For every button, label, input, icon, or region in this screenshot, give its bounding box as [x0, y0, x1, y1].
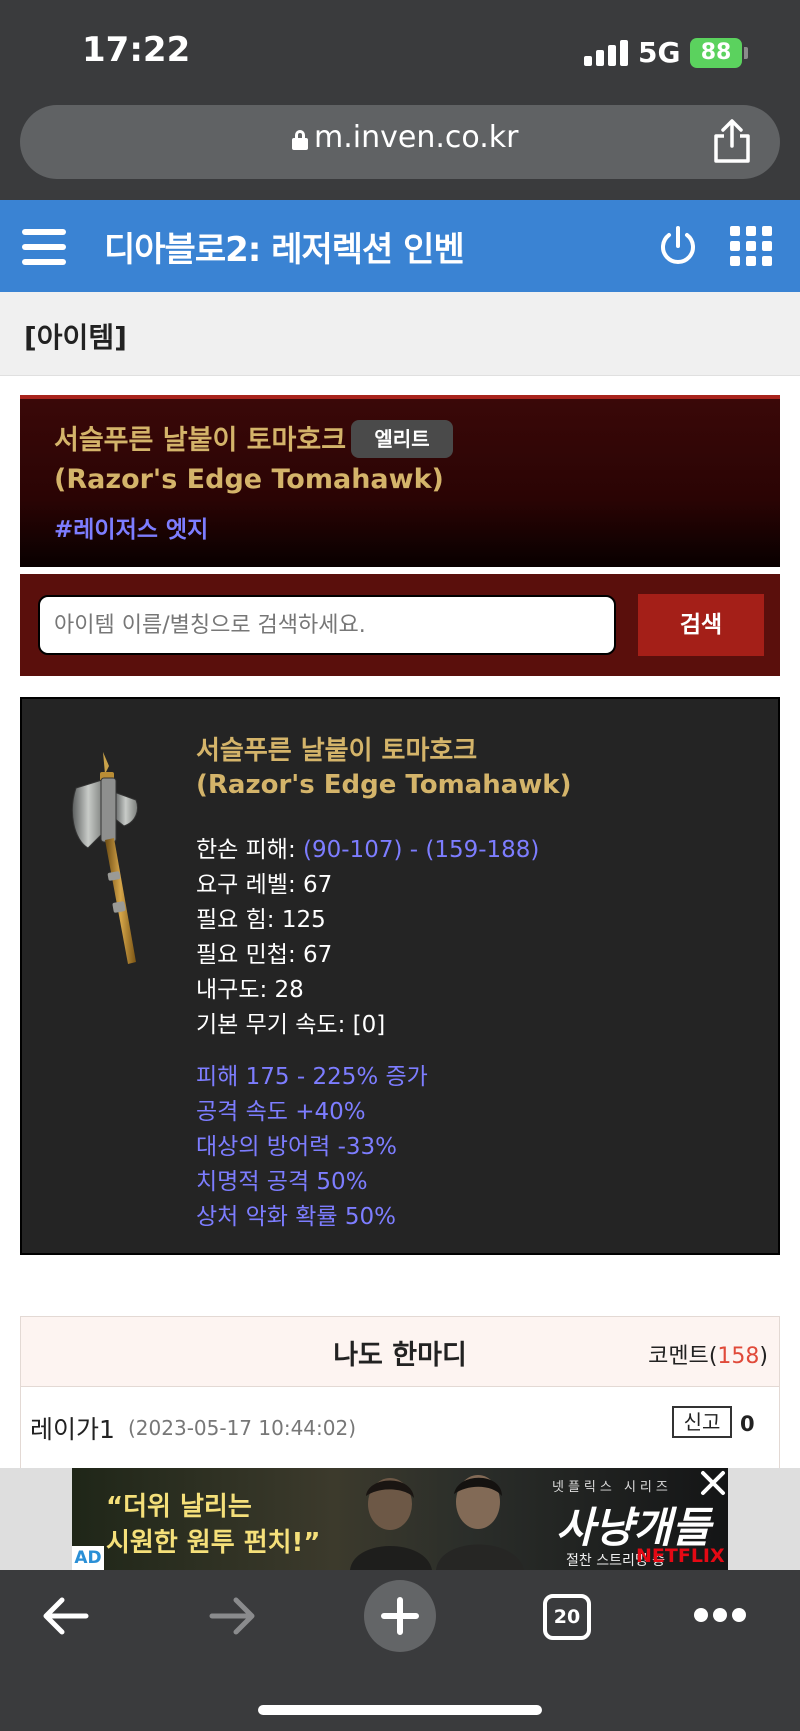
stat-value: 28	[274, 977, 304, 1003]
signal-icon	[584, 40, 628, 66]
back-arrow-icon[interactable]	[40, 1594, 90, 1638]
comment-count: 코멘트(158)	[648, 1338, 768, 1370]
stat-label: 내구도:	[196, 977, 275, 1003]
stat-durability: 내구도: 28	[196, 970, 304, 1004]
stat-value: 125	[281, 907, 326, 933]
close-icon[interactable]	[700, 1470, 726, 1496]
site-title[interactable]: 디아블로2: 레저렉션 인벤	[104, 222, 465, 271]
comment-count-close: )	[759, 1344, 768, 1369]
plus-icon	[381, 1597, 419, 1635]
magic-property: 공격 속도 +40%	[196, 1099, 366, 1125]
search-button[interactable]: 검색	[638, 594, 764, 656]
ad-copy-line2: 시원한 원투 펀치!”	[106, 1528, 321, 1558]
stat-required-dexterity: 필요 민첩: 67	[196, 935, 332, 969]
ad-people-image	[350, 1475, 524, 1570]
url-text[interactable]: m.inven.co.kr	[314, 120, 518, 155]
report-count: 0	[740, 1412, 755, 1436]
stat-required-strength: 필요 힘: 125	[196, 900, 326, 934]
stat-value: [0]	[352, 1012, 386, 1038]
stat-label: 한손 피해:	[196, 837, 304, 863]
stat-base-speed: 기본 무기 속도: [0]	[196, 1005, 385, 1039]
item-name-kr: 서슬푸른 날붙이 토마호크	[54, 425, 347, 456]
menu-icon[interactable]	[22, 229, 66, 265]
share-icon[interactable]	[710, 118, 754, 164]
magic-property: 치명적 공격 50%	[196, 1169, 368, 1195]
magic-property: 상처 악화 확률 50%	[196, 1204, 397, 1230]
item-name-en: (Razor's Edge Tomahawk)	[54, 464, 444, 495]
magic-property: 대상의 방어력 -33%	[196, 1134, 398, 1160]
status-time: 17:22	[82, 30, 191, 70]
ad-badge: AD	[72, 1546, 104, 1570]
search-input[interactable]	[38, 595, 616, 655]
more-icon[interactable]	[694, 1608, 746, 1624]
tabs-button[interactable]: 20	[543, 1594, 591, 1640]
stat-label: 필요 민첩:	[196, 942, 304, 968]
power-icon[interactable]	[656, 224, 700, 268]
stat-label: 요구 레벨:	[196, 872, 304, 898]
stat-value: (90-107) - (159-188)	[303, 837, 540, 863]
stat-value: 67	[303, 942, 333, 968]
lock-icon	[292, 130, 308, 150]
grade-badge: 엘리트	[351, 420, 453, 458]
detail-item-name-en: (Razor's Edge Tomahawk)	[196, 770, 572, 800]
weapon-image	[71, 752, 138, 964]
detail-item-name-kr: 서슬푸른 날붙이 토마호크	[196, 736, 478, 766]
stat-required-level: 요구 레벨: 67	[196, 865, 332, 899]
stat-value: 67	[303, 872, 333, 898]
stat-one-hand-damage: 한손 피해: (90-107) - (159-188)	[196, 830, 539, 864]
comment-date: (2023-05-17 10:44:02)	[128, 1416, 357, 1440]
home-indicator	[258, 1705, 542, 1715]
ad-brand: NETFLIX	[636, 1545, 725, 1567]
battery-icon: 88	[690, 38, 742, 68]
magic-property: 피해 175 - 225% 증가	[196, 1064, 428, 1090]
comment-count-number: 158	[717, 1344, 760, 1369]
report-button[interactable]: 신고	[672, 1406, 732, 1438]
comment-author[interactable]: 레이가1	[30, 1410, 115, 1446]
ad-copy-line1: “더위 날리는	[106, 1492, 252, 1522]
network-type: 5G	[638, 36, 681, 69]
battery-tip	[744, 47, 748, 59]
new-tab-button[interactable]	[364, 1580, 436, 1652]
forward-arrow-icon[interactable]	[208, 1594, 258, 1638]
category-title: [아이템]	[24, 321, 127, 354]
item-tag-link[interactable]: #레이저스 엣지	[54, 510, 208, 544]
app-grid-icon[interactable]	[730, 226, 774, 266]
stat-label: 기본 무기 속도:	[196, 1012, 353, 1038]
comment-count-label: 코멘트	[648, 1344, 709, 1369]
ad-series-label: 넷플릭스 시리즈	[552, 1480, 672, 1495]
stat-label: 필요 힘:	[196, 907, 282, 933]
